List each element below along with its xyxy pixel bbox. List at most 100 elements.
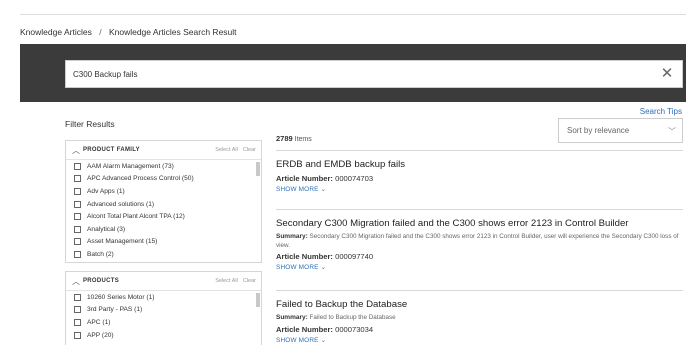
search-tips-link[interactable]: Search Tips [640,107,682,116]
article-number-label: Article Number: [276,324,333,334]
facet-item[interactable]: 10260 Series Motor (1) [66,291,261,304]
checkbox[interactable] [74,331,81,339]
facet-item[interactable]: APC (1) [66,316,261,329]
top-divider [20,14,686,15]
clear-button[interactable]: Clear [243,278,256,284]
facet-item-label: 3rd Party - PAS (1) [87,306,143,314]
show-more-link[interactable]: SHOW MORE ⌄ [276,263,683,271]
checkbox[interactable] [74,200,81,208]
chevron-down-icon: ﹀ [668,127,676,136]
result-item: ERDB and EMDB backup fails Article Numbe… [276,151,683,209]
chevron-down-icon: ⌄ [320,186,327,193]
facet-item-label: Advanced solutions (1) [87,200,155,208]
facet-item-label: Adv Apps (1) [87,187,125,195]
chevron-down-icon: ⌄ [320,336,327,344]
close-icon[interactable]: ✕ [659,66,675,82]
results-list: ERDB and EMDB backup fails Article Numbe… [276,150,683,344]
result-item: Secondary C300 Migration failed and the … [276,210,683,290]
breadcrumb-separator: / [99,27,102,37]
search-box: ✕ [65,60,683,88]
search-input[interactable] [66,61,646,87]
article-number: Article Number: 000074703 [276,174,683,183]
results-count: 2789 Items [276,134,312,143]
facet-item[interactable]: Advanced solutions (1) [66,198,261,211]
show-more-link[interactable]: SHOW MORE ⌄ [276,336,683,344]
facet-item[interactable]: Batch (2) [66,248,261,261]
summary-label: Summary: [276,314,308,321]
article-number-label: Article Number: [276,174,333,183]
facet-title: PRODUCT FAMILY [83,147,140,153]
checkbox[interactable] [74,213,81,221]
clear-button[interactable]: Clear [243,147,256,153]
result-summary: Summary: Secondary C300 Migration failed… [276,233,683,250]
facet-item[interactable]: AAM Alarm Management (73) [66,160,261,173]
checkbox[interactable] [74,250,81,258]
facet-item[interactable]: Adv Apps (1) [66,185,261,198]
facet-item[interactable]: Analytical (3) [66,223,261,236]
breadcrumb-knowledge-articles[interactable]: Knowledge Articles [20,27,92,37]
checkbox[interactable] [74,225,81,233]
sort-selected-value: Sort by relevance [567,126,630,135]
article-number-value: 000074703 [335,174,374,183]
facet-item-label: APC (1) [87,318,111,326]
results-count-suffix: Items [294,136,312,143]
facet-item-label: APP (20) [87,331,114,339]
facet-product-family: ︿ PRODUCT FAMILY Select All Clear AAM Al… [65,140,262,263]
results-count-number: 2789 [276,134,293,143]
sort-dropdown[interactable]: Sort by relevance ﹀ [558,118,683,143]
article-number-value: 000097740 [335,252,374,261]
checkbox[interactable] [74,318,81,326]
show-more-label: SHOW MORE [276,336,319,344]
facet-list: AAM Alarm Management (73) APC Advanced P… [66,160,261,262]
article-number-label: Article Number: [276,252,333,261]
result-summary: Summary: Failed to Backup the Database [276,314,683,323]
facet-item-label: Alcont Total Plant Alcont TPA (12) [87,213,185,221]
checkbox[interactable] [74,306,81,314]
checkbox[interactable] [74,187,81,195]
chevron-down-icon: ⌄ [320,264,327,271]
facet-list: 10260 Series Motor (1) 3rd Party - PAS (… [66,291,261,345]
facet-item-label: Batch (2) [87,250,114,258]
facet-item[interactable]: Alcont Total Plant Alcont TPA (12) [66,210,261,223]
chevron-up-icon[interactable]: ︿ [72,276,83,287]
article-number-value: 000073034 [335,324,374,334]
facet-products: ︿ PRODUCTS Select All Clear 10260 Series… [65,271,262,345]
facet-item[interactable]: APC Advanced Process Control (50) [66,173,261,186]
checkbox[interactable] [74,175,81,183]
search-band: ✕ [20,44,686,102]
article-number: Article Number: 000073034 [276,325,683,334]
facet-item-label: Analytical (3) [87,225,126,233]
facet-item[interactable]: APP (20) [66,329,261,342]
checkbox[interactable] [74,293,81,301]
checkbox[interactable] [74,238,81,246]
facet-item-label: APC Advanced Process Control (50) [87,175,194,183]
facet-item-label: AAM Alarm Management (73) [87,162,174,170]
facet-title: PRODUCTS [83,278,120,284]
select-all-button[interactable]: Select All [215,147,238,153]
facet-item-label: Asset Management (15) [87,238,158,246]
result-title[interactable]: Secondary C300 Migration failed and the … [276,218,683,229]
result-title[interactable]: Failed to Backup the Database [276,299,683,310]
summary-text: Secondary C300 Migration failed and the … [276,233,679,249]
scrollbar-thumb[interactable] [256,162,260,176]
result-item: Failed to Backup the Database Summary: F… [276,291,683,344]
facet-item[interactable]: Asset Management (15) [66,236,261,249]
select-all-button[interactable]: Select All [215,278,238,284]
checkbox[interactable] [74,162,81,170]
show-more-label: SHOW MORE [276,264,319,271]
summary-label: Summary: [276,233,308,240]
filter-results-title: Filter Results [65,119,115,129]
show-more-link[interactable]: SHOW MORE ⌄ [276,185,683,193]
scrollbar-thumb[interactable] [256,293,260,307]
breadcrumb-current: Knowledge Articles Search Result [108,27,237,37]
facet-header[interactable]: ︿ PRODUCTS Select All Clear [66,272,261,291]
chevron-up-icon[interactable]: ︿ [72,145,83,156]
facet-item[interactable]: 3rd Party - PAS (1) [66,304,261,317]
result-title[interactable]: ERDB and EMDB backup fails [276,159,683,170]
show-more-label: SHOW MORE [276,186,319,193]
facet-item-label: 10260 Series Motor (1) [87,293,155,301]
facet-header[interactable]: ︿ PRODUCT FAMILY Select All Clear [66,141,261,160]
article-number: Article Number: 000097740 [276,252,683,261]
summary-text: Failed to Backup the Database [309,314,396,321]
breadcrumb: Knowledge Articles / Knowledge Articles … [20,27,237,37]
